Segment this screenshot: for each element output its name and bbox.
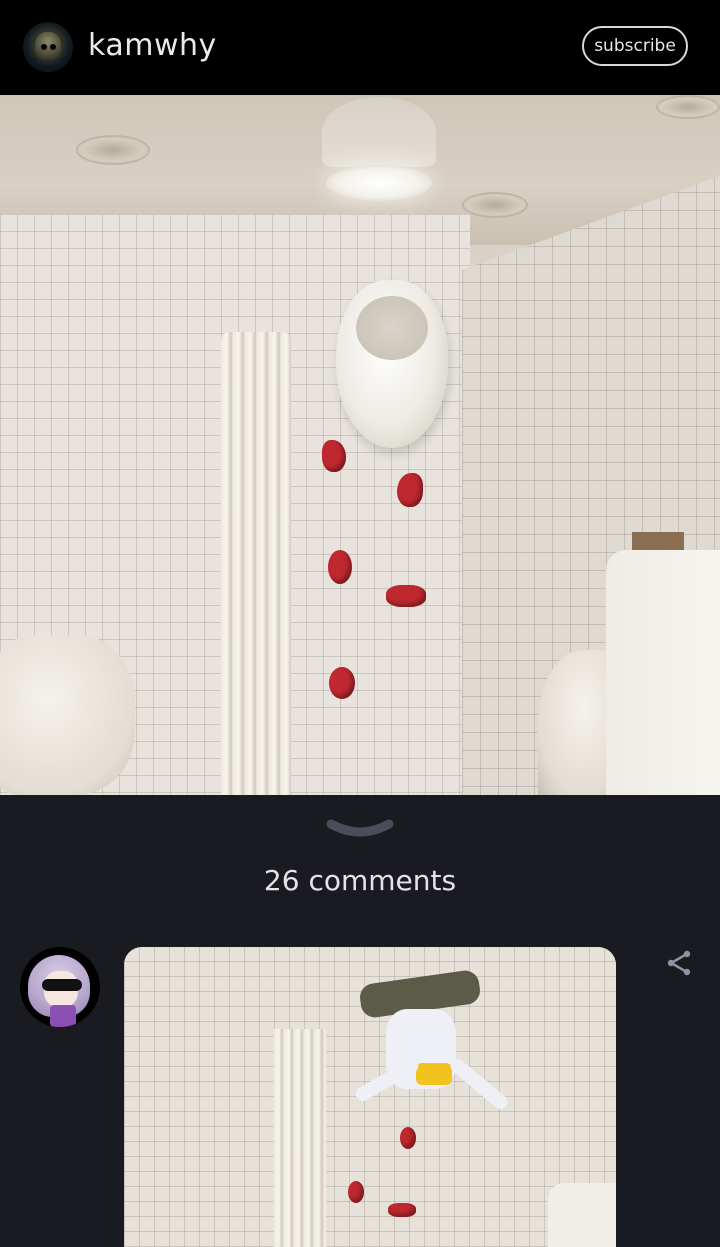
comment-image[interactable]: [124, 947, 616, 1247]
avatar-eye-right: [50, 44, 56, 50]
app-header: kamwhy subscribe: [0, 0, 720, 95]
ceiling-light: [326, 165, 432, 201]
urinal-partition: [548, 1183, 616, 1247]
high-urinal: [336, 280, 448, 448]
climbing-hold: [322, 440, 346, 472]
climbing-hold: [328, 550, 352, 584]
avatar-eye-left: [41, 44, 47, 50]
urinal: [0, 635, 135, 795]
username[interactable]: kamwhy: [88, 28, 217, 63]
urinal-partition: [606, 550, 720, 795]
channel-avatar[interactable]: [23, 22, 73, 72]
cartoon-shorts: [416, 1063, 452, 1085]
share-icon[interactable]: [664, 948, 694, 978]
radiator: [221, 332, 291, 795]
subscribe-button[interactable]: subscribe: [582, 26, 688, 66]
ceiling-vent: [76, 135, 150, 165]
skull-icon: [35, 32, 61, 60]
climbing-hold: [348, 1181, 364, 1203]
climbing-hold: [329, 667, 355, 699]
climbing-hold: [400, 1127, 416, 1149]
urinal-bowl: [356, 296, 428, 360]
collapse-chevron-icon[interactable]: [325, 818, 395, 840]
ceiling-light-fixture: [322, 97, 436, 167]
sunglasses-icon: [42, 979, 82, 991]
post-image[interactable]: [0, 95, 720, 795]
climbing-hold: [386, 585, 426, 607]
commenter-avatar[interactable]: [20, 947, 100, 1027]
ceiling-vent: [462, 192, 528, 218]
radiator: [274, 1029, 326, 1247]
comments-count[interactable]: 26 comments: [0, 864, 720, 897]
climbing-hold: [397, 473, 423, 507]
avatar-shirt: [50, 1005, 76, 1027]
climbing-hold: [388, 1203, 416, 1217]
ceiling-vent: [656, 95, 720, 119]
